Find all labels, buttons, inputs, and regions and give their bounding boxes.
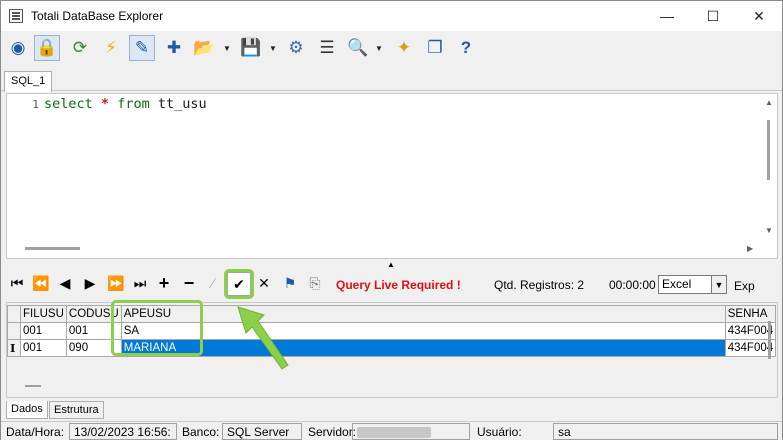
server-value — [352, 423, 470, 440]
editor-hscroll-thumb[interactable] — [25, 247, 80, 250]
export-format-value: Excel — [662, 277, 692, 291]
editor-vertical-scrollbar[interactable]: ▲ ▼ — [761, 94, 777, 240]
cell-filusu[interactable]: 001 — [20, 322, 67, 340]
elapsed-time: 00:00:00 — [609, 278, 656, 292]
redacted-server — [357, 427, 431, 438]
edit-icon[interactable]: ✎ — [129, 35, 155, 61]
apeusu-column-highlight — [111, 300, 203, 356]
app-icon — [9, 9, 23, 23]
query-live-status: Query Live Required ! — [336, 278, 461, 292]
database-label: Banco: — [182, 425, 220, 439]
record-count: Qtd. Registros: 2 — [494, 278, 585, 292]
export-format-select[interactable]: Excel ▼ — [658, 275, 727, 294]
open-dropdown-icon[interactable]: ▼ — [223, 44, 231, 53]
refresh-icon[interactable]: ⟳ — [67, 35, 93, 61]
row-indicator: I — [7, 339, 21, 357]
export-button[interactable]: Exp — [734, 279, 755, 293]
open-folder-icon[interactable]: 📂 — [191, 35, 217, 61]
tools-icon[interactable]: ⚙ — [283, 35, 309, 61]
editor-horizontal-scrollbar[interactable]: ▶ — [7, 240, 763, 258]
grid-vertical-scrollbar[interactable] — [761, 303, 777, 383]
splitter-arrow-icon[interactable]: ▲ — [387, 260, 395, 269]
server-label: Servidor: — [308, 425, 357, 439]
grid-hscroll-thumb[interactable] — [25, 385, 41, 387]
star-token: * — [100, 96, 110, 112]
column-header-filusu[interactable]: FILUSU — [20, 305, 67, 323]
wizard-icon[interactable]: ✦ — [391, 35, 417, 61]
post-button-highlight — [224, 269, 254, 299]
title-bar: Totali DataBase Explorer — ☐ ✕ — [1, 1, 782, 31]
find-dropdown-icon[interactable]: ▼ — [375, 44, 383, 53]
cell-apeusu[interactable]: SA — [120, 322, 726, 340]
cancel-edit-button[interactable]: ✕ — [252, 271, 276, 295]
scroll-up-icon[interactable]: ▲ — [765, 98, 773, 107]
prior-page-button[interactable]: ⏪ — [29, 271, 53, 295]
editor-vscroll-thumb[interactable] — [767, 120, 770, 180]
query-tabs: SQL_1 — [1, 69, 782, 92]
minimize-button[interactable]: — — [644, 1, 690, 31]
cell-filusu[interactable]: 001 — [20, 339, 67, 357]
window-title: Totali DataBase Explorer — [31, 9, 164, 23]
execute-icon[interactable]: ⚡ — [98, 35, 124, 61]
user-label: Usuário: — [477, 425, 522, 439]
help-icon[interactable]: ? — [453, 35, 479, 61]
save-dropdown-icon[interactable]: ▼ — [269, 44, 277, 53]
main-toolbar: ◉ 🔒 ⟳ ⚡ ✎ ✚ 📂 ▼ 💾 ▼ ⚙ ☰ 🔍 ▼ ✦ ❐ ? — [1, 31, 782, 67]
scroll-down-icon[interactable]: ▼ — [765, 226, 773, 235]
maximize-button[interactable]: ☐ — [690, 1, 736, 31]
connect-icon[interactable]: ◉ — [5, 35, 31, 61]
table-name: tt_usu — [157, 96, 207, 112]
delete-record-button[interactable]: − — [177, 271, 201, 295]
database-value: SQL Server — [222, 423, 302, 440]
row-indicator — [7, 322, 21, 340]
goto-bookmark-button[interactable]: ⎘ — [303, 271, 327, 295]
bookmark-button[interactable]: ⚑ — [278, 271, 302, 295]
last-record-button[interactable]: ⏭ — [128, 271, 152, 295]
line-gutter: 1 — [7, 94, 41, 240]
next-page-button[interactable]: ⏩ — [104, 271, 128, 295]
annotation-arrow-icon — [237, 306, 289, 370]
status-bar: Data/Hora: 13/02/2023 16:56: Banco: SQL … — [1, 421, 782, 440]
tab-estrutura[interactable]: Estrutura — [49, 401, 104, 419]
scroll-right-icon[interactable]: ▶ — [747, 244, 753, 253]
cell-apeusu[interactable]: MARIANA — [120, 339, 726, 357]
next-record-button[interactable]: ▶ — [78, 271, 102, 295]
prior-record-button[interactable]: ◀ — [53, 271, 77, 295]
close-button[interactable]: ✕ — [736, 1, 782, 31]
keyword-from: from — [117, 96, 150, 112]
tab-sql-1[interactable]: SQL_1 — [4, 71, 53, 92]
windows-icon[interactable]: ❐ — [422, 35, 448, 61]
sql-editor[interactable]: 1 select * from tt_usu ▲ ▼ ▶ — [6, 93, 778, 259]
keyword-select: select — [44, 96, 93, 112]
new-tab-icon[interactable]: ✚ — [161, 35, 187, 61]
lock-icon[interactable]: 🔒 — [34, 35, 60, 61]
date-value: 13/02/2023 16:56: — [69, 423, 177, 440]
indicator-header — [7, 305, 21, 323]
find-icon[interactable]: 🔍 — [345, 35, 371, 61]
result-tabs: Dados Estrutura — [6, 399, 306, 419]
grid-vscroll-thumb[interactable] — [768, 321, 771, 359]
user-value: sa — [553, 423, 778, 440]
save-icon[interactable]: 💾 — [238, 35, 264, 61]
main-window: Totali DataBase Explorer — ☐ ✕ ◉ 🔒 ⟳ ⚡ ✎… — [0, 0, 783, 440]
chevron-down-icon[interactable]: ▼ — [711, 276, 726, 293]
line-number: 1 — [32, 98, 39, 111]
tab-dados[interactable]: Dados — [6, 401, 48, 419]
sql-code[interactable]: select * from tt_usu — [44, 96, 207, 112]
date-label: Data/Hora: — [6, 425, 65, 439]
list-icon[interactable]: ☰ — [314, 35, 340, 61]
column-header-apeusu[interactable]: APEUSU — [120, 305, 726, 323]
insert-record-button[interactable]: + — [152, 271, 176, 295]
first-record-button[interactable]: ⏮ — [5, 271, 29, 295]
edit-record-button[interactable]: ⁄ — [201, 271, 225, 295]
